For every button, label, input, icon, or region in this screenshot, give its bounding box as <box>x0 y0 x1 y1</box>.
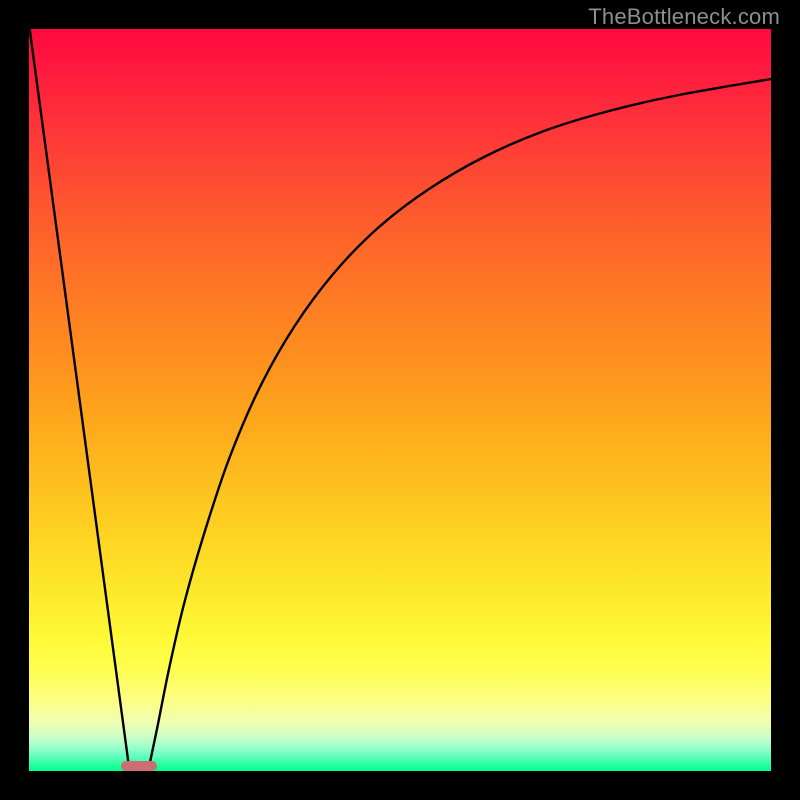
right-rising-curve <box>149 79 771 767</box>
curve-layer <box>29 29 771 771</box>
minimum-marker <box>121 761 157 771</box>
plot-area <box>29 29 771 771</box>
left-descending-line <box>29 29 129 767</box>
watermark-text: TheBottleneck.com <box>588 4 780 30</box>
chart-frame: TheBottleneck.com <box>0 0 800 800</box>
curves-svg <box>29 29 771 771</box>
